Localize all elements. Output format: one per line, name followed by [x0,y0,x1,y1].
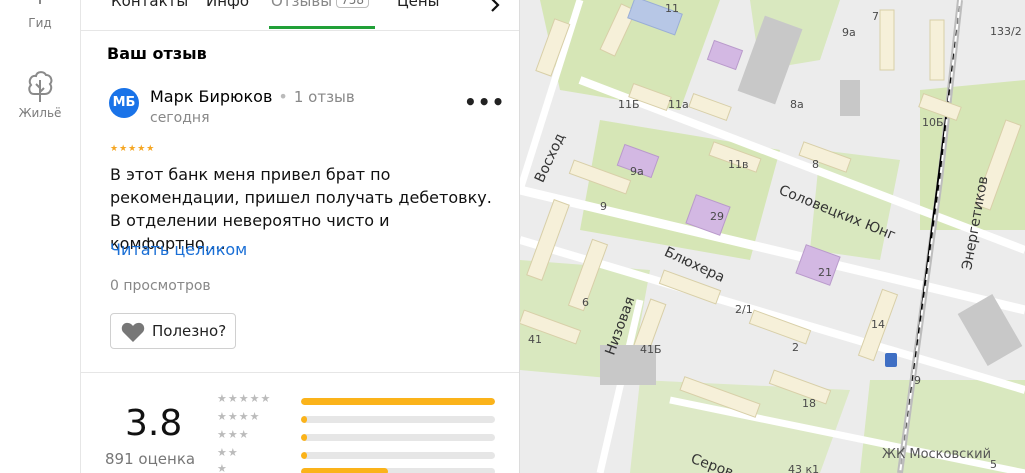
building-number: 18 [802,397,816,410]
building-number: 11в [728,158,749,171]
rating-row-stars: ★★★★ [217,410,261,423]
rating-row-fill [301,468,389,473]
chevron-right-icon[interactable] [489,0,501,12]
rail-item-guide-label: Гид [28,16,52,30]
guide-icon [39,0,41,4]
tab-prices[interactable]: Цены [397,0,440,10]
review-author: Марк Бирюков • 1 отзыв [150,87,355,106]
views-count: 0 просмотров [110,278,211,294]
building-number: 8 [812,158,819,171]
tab-reviews[interactable]: Отзывы 758 [271,0,369,10]
divider [81,372,519,373]
building-number: 41 [528,333,542,346]
building-number: 9а [630,165,644,178]
building-number: 6 [582,296,589,309]
map-view[interactable]: Восход Блюхера Соловецких Юнг Энергетиков Ни… [520,0,1025,473]
rating-row-bar [301,416,495,423]
rail-item-housing-label: Жильё [18,106,62,120]
building-number: 14 [871,318,885,331]
map-canvas [520,0,1025,473]
rating-row-stars: ★★★ [217,428,250,441]
building-number: 43 к1 [788,463,820,473]
rating-row-fill [301,434,307,441]
building-number: 11а [668,98,689,111]
your-review-title: Ваш отзыв [107,44,207,63]
rating-row-bar [301,468,495,473]
rating-row-fill [301,452,307,459]
building-number: 41Б [640,343,662,356]
building-number: 9 [914,374,921,387]
rating-row-fill [301,416,307,423]
review-stars: ★★★★★ [110,144,156,154]
building-number: 9а [842,26,856,39]
left-rail: Гид Жильё [0,0,81,473]
reviews-count-badge: 758 [336,0,369,8]
rating-row-fill [301,398,495,405]
read-more-link[interactable]: Читать целиком [110,240,247,259]
rail-item-guide[interactable]: Гид [0,0,80,30]
rating-row-bar [301,434,495,441]
helpful-label: Полезно? [152,322,227,340]
tab-info[interactable]: Инфо [206,0,249,10]
rating-row-stars: ★ [217,462,228,473]
building-number: 2/1 [735,303,753,316]
author-name[interactable]: Марк Бирюков [150,87,272,106]
building-number: 5 [990,458,997,471]
rating-value: 3.8 [125,403,183,444]
author-review-count: 1 отзыв [293,88,355,106]
building-number: 11Б [618,98,640,111]
building-number: 29 [710,210,724,223]
more-options-button[interactable]: ••• [464,90,505,114]
building-number: 7 [872,10,879,23]
tab-contacts[interactable]: Контакты [111,0,188,10]
housing-icon [28,71,53,102]
building-number: 9 [600,200,607,213]
tabs-bar: Контакты Инфо Отзывы 758 Цены [81,0,519,31]
rating-row-stars: ★★★★★ [217,392,272,405]
heart-icon [121,322,145,342]
active-tab-indicator [269,26,375,29]
review-date: сегодня [150,110,210,126]
building-number: 11 [665,2,679,15]
org-panel: Контакты Инфо Отзывы 758 Цены Ваш отзыв М… [81,0,520,473]
rating-row-stars: ★★ [217,446,239,459]
helpful-button[interactable]: Полезно? [110,313,236,349]
rating-row-bar [301,398,495,405]
rating-count: 891 оценка [105,450,196,468]
rail-item-housing[interactable]: Жильё [0,68,80,120]
building-number: 21 [818,266,832,279]
building-number: 133/2 [990,25,1022,38]
building-number: 8а [790,98,804,111]
rating-row-bar [301,452,495,459]
avatar[interactable]: МБ [109,88,139,118]
building-number: 10Б [922,116,944,129]
building-number: 2 [792,341,799,354]
poi-label[interactable]: ЖК Московский [882,447,991,462]
